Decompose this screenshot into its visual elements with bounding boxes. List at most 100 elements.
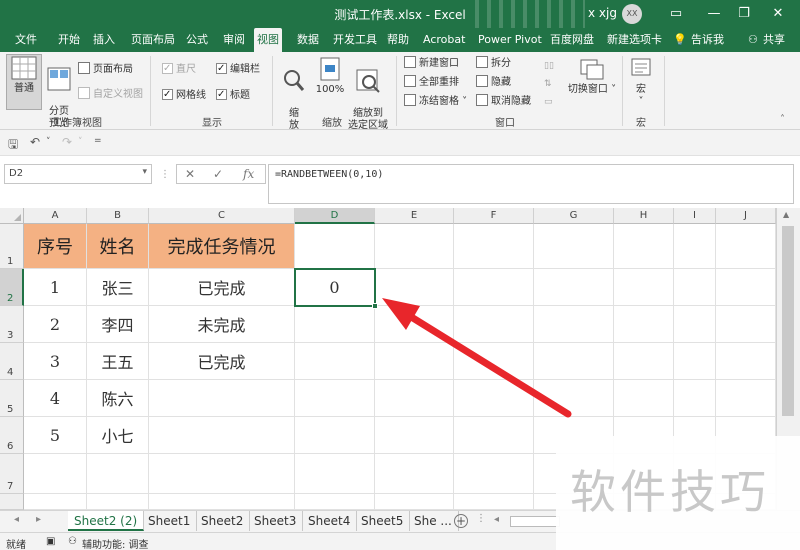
sheet-tab-sheet2[interactable]: Sheet2 (195, 511, 251, 531)
cell-b6[interactable]: 小七 (87, 417, 149, 454)
normal-view-button[interactable]: 普通 (6, 54, 42, 110)
empty-cell[interactable] (375, 343, 454, 380)
empty-cell[interactable] (375, 380, 454, 417)
freeze-panes-button[interactable]: 冻结窗格 ˅ (404, 94, 467, 110)
sheet-tab-sheet5[interactable]: Sheet5 (355, 511, 411, 531)
scroll-up-icon[interactable]: ▲ (783, 210, 789, 219)
ruler-checkbox[interactable]: 直尺 (162, 61, 196, 78)
tab-help[interactable]: 帮助 (384, 28, 412, 52)
enter-icon[interactable]: ✓ (213, 167, 223, 181)
column-header-f[interactable]: F (454, 208, 534, 224)
sheet-tab-more[interactable]: She ... (408, 511, 459, 531)
zoom-to-selection-button[interactable]: 缩放到 选定区域 (348, 56, 388, 132)
tab-acrobat[interactable]: Acrobat (420, 28, 468, 52)
sheet-tab-sheet1[interactable]: Sheet1 (142, 511, 198, 531)
cell-c2[interactable]: 已完成 (149, 269, 295, 306)
row-header-7[interactable]: 7 (0, 454, 24, 494)
empty-cell[interactable] (674, 343, 716, 380)
cell-a5[interactable]: 4 (24, 380, 87, 417)
sheet-tab-sheet3[interactable]: Sheet3 (248, 511, 304, 531)
scroll-left-icon[interactable]: ◂ (494, 514, 499, 525)
switch-windows-button[interactable]: 切换窗口 ˅ (566, 56, 618, 96)
empty-cell[interactable] (716, 380, 776, 417)
formula-input[interactable]: =RANDBETWEEN(0,10) (268, 164, 794, 204)
tab-developer[interactable]: 开发工具 (330, 28, 380, 52)
cell-a2[interactable]: 1 (24, 269, 87, 306)
zoom-button[interactable]: 缩 放 (280, 56, 308, 132)
empty-cell[interactable] (295, 306, 375, 343)
empty-cell[interactable] (149, 494, 295, 510)
share-button[interactable]: 共享 (760, 28, 788, 52)
empty-cell[interactable] (24, 454, 87, 494)
redo-icon[interactable]: ↷ (62, 135, 72, 149)
redo-dropdown-icon[interactable]: ˅ (78, 137, 83, 147)
collapse-ribbon-icon[interactable]: ˄ (780, 112, 785, 128)
cell-b5[interactable]: 陈六 (87, 380, 149, 417)
synchronous-scrolling-icon[interactable]: ⇅ (544, 76, 552, 92)
empty-cell[interactable] (534, 343, 614, 380)
sheet-tab-sheet4[interactable]: Sheet4 (302, 511, 358, 531)
cell-b3[interactable]: 李四 (87, 306, 149, 343)
tab-baidu-netdisk[interactable]: 百度网盘 (547, 28, 597, 52)
empty-cell[interactable] (454, 380, 534, 417)
prev-sheet-icon[interactable]: ◂ (14, 514, 19, 525)
resize-handle-icon[interactable]: ⋮ (160, 169, 170, 180)
empty-cell[interactable] (24, 494, 87, 510)
empty-cell[interactable] (375, 454, 454, 494)
cell-c6[interactable] (149, 417, 295, 454)
empty-cell[interactable] (295, 454, 375, 494)
customize-toolbar-icon[interactable]: = (94, 136, 102, 146)
column-header-g[interactable]: G (534, 208, 614, 224)
cell-c4[interactable]: 已完成 (149, 343, 295, 380)
cell-b1[interactable]: 姓名 (87, 224, 149, 269)
cell-a1[interactable]: 序号 (24, 224, 87, 269)
unhide-button[interactable]: 取消隐藏 (476, 94, 531, 110)
empty-cell[interactable] (716, 306, 776, 343)
empty-cell[interactable] (454, 417, 534, 454)
empty-cell[interactable] (295, 224, 375, 269)
empty-cell[interactable] (716, 343, 776, 380)
tab-split-handle-icon[interactable]: ⋮ (476, 513, 486, 524)
tell-me-search[interactable]: 告诉我 (688, 28, 727, 52)
tab-power-pivot[interactable]: Power Pivot (475, 28, 545, 52)
column-header-b[interactable]: B (87, 208, 149, 224)
column-header-h[interactable]: H (614, 208, 674, 224)
insert-function-icon[interactable]: fx (243, 167, 254, 181)
arrange-all-button[interactable]: 全部重排 (404, 75, 459, 91)
lightbulb-icon[interactable]: 💡 (670, 28, 690, 52)
row-header-5[interactable]: 5 (0, 380, 24, 417)
cell-a3[interactable]: 2 (24, 306, 87, 343)
page-layout-view-button[interactable]: 页面布局 (78, 62, 133, 78)
cell-c5[interactable] (149, 380, 295, 417)
empty-cell[interactable] (614, 380, 674, 417)
empty-cell[interactable] (454, 306, 534, 343)
add-sheet-button[interactable]: + (454, 514, 468, 528)
tab-page-layout[interactable]: 页面布局 (128, 28, 178, 52)
column-header-i[interactable]: I (674, 208, 716, 224)
empty-cell[interactable] (375, 417, 454, 454)
empty-cell[interactable] (87, 494, 149, 510)
empty-cell[interactable] (674, 269, 716, 306)
empty-cell[interactable] (716, 269, 776, 306)
sheet-tab-sheet2-2[interactable]: Sheet2 (2) (68, 511, 145, 531)
column-header-a[interactable]: A (24, 208, 87, 224)
macro-record-icon[interactable]: ▣ (46, 536, 55, 547)
empty-cell[interactable] (295, 380, 375, 417)
close-button[interactable]: ✕ (766, 2, 790, 26)
empty-cell[interactable] (295, 417, 375, 454)
row-header-6[interactable]: 6 (0, 417, 24, 454)
empty-cell[interactable] (674, 224, 716, 269)
empty-cell[interactable] (149, 454, 295, 494)
column-header-e[interactable]: E (375, 208, 454, 224)
cell-c3[interactable]: 未完成 (149, 306, 295, 343)
row-header-8[interactable] (0, 494, 24, 510)
empty-cell[interactable] (534, 269, 614, 306)
view-side-by-side-icon[interactable]: ▯▯ (544, 58, 554, 74)
empty-cell[interactable] (614, 306, 674, 343)
cell-b4[interactable]: 王五 (87, 343, 149, 380)
empty-cell[interactable] (454, 224, 534, 269)
select-all-button[interactable] (0, 208, 24, 224)
cell-a4[interactable]: 3 (24, 343, 87, 380)
empty-cell[interactable] (454, 343, 534, 380)
empty-cell[interactable] (674, 380, 716, 417)
